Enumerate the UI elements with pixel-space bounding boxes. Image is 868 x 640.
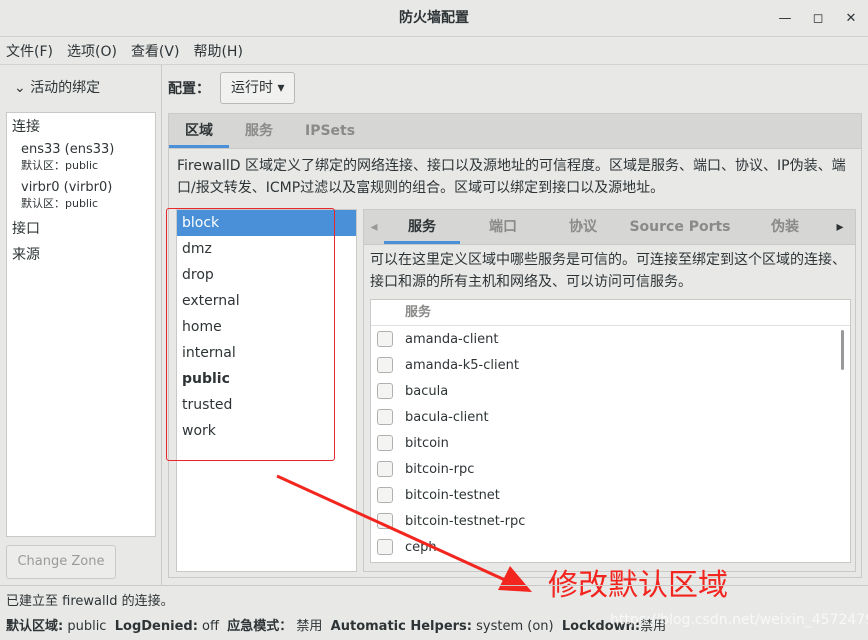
watermark: https://blog.csdn.net/weixin_45724795 bbox=[610, 612, 868, 628]
panic-value: 禁用 bbox=[296, 619, 323, 634]
annotation-arrow bbox=[276, 474, 532, 592]
default-zone-label: 默认区域: bbox=[6, 619, 64, 634]
status-details: 默认区域: public LogDenied: off 应急模式： 禁用 Aut… bbox=[6, 615, 666, 634]
logdenied-label: LogDenied: bbox=[114, 619, 198, 634]
helpers-value: system (on) bbox=[476, 619, 554, 634]
helpers-label: Automatic Helpers: bbox=[330, 619, 472, 634]
panic-label: 应急模式： bbox=[227, 619, 293, 634]
logdenied-value: off bbox=[202, 619, 219, 634]
default-zone-value: public bbox=[67, 619, 107, 634]
connection-status: 已建立至 firewalld 的连接。 bbox=[6, 594, 174, 609]
